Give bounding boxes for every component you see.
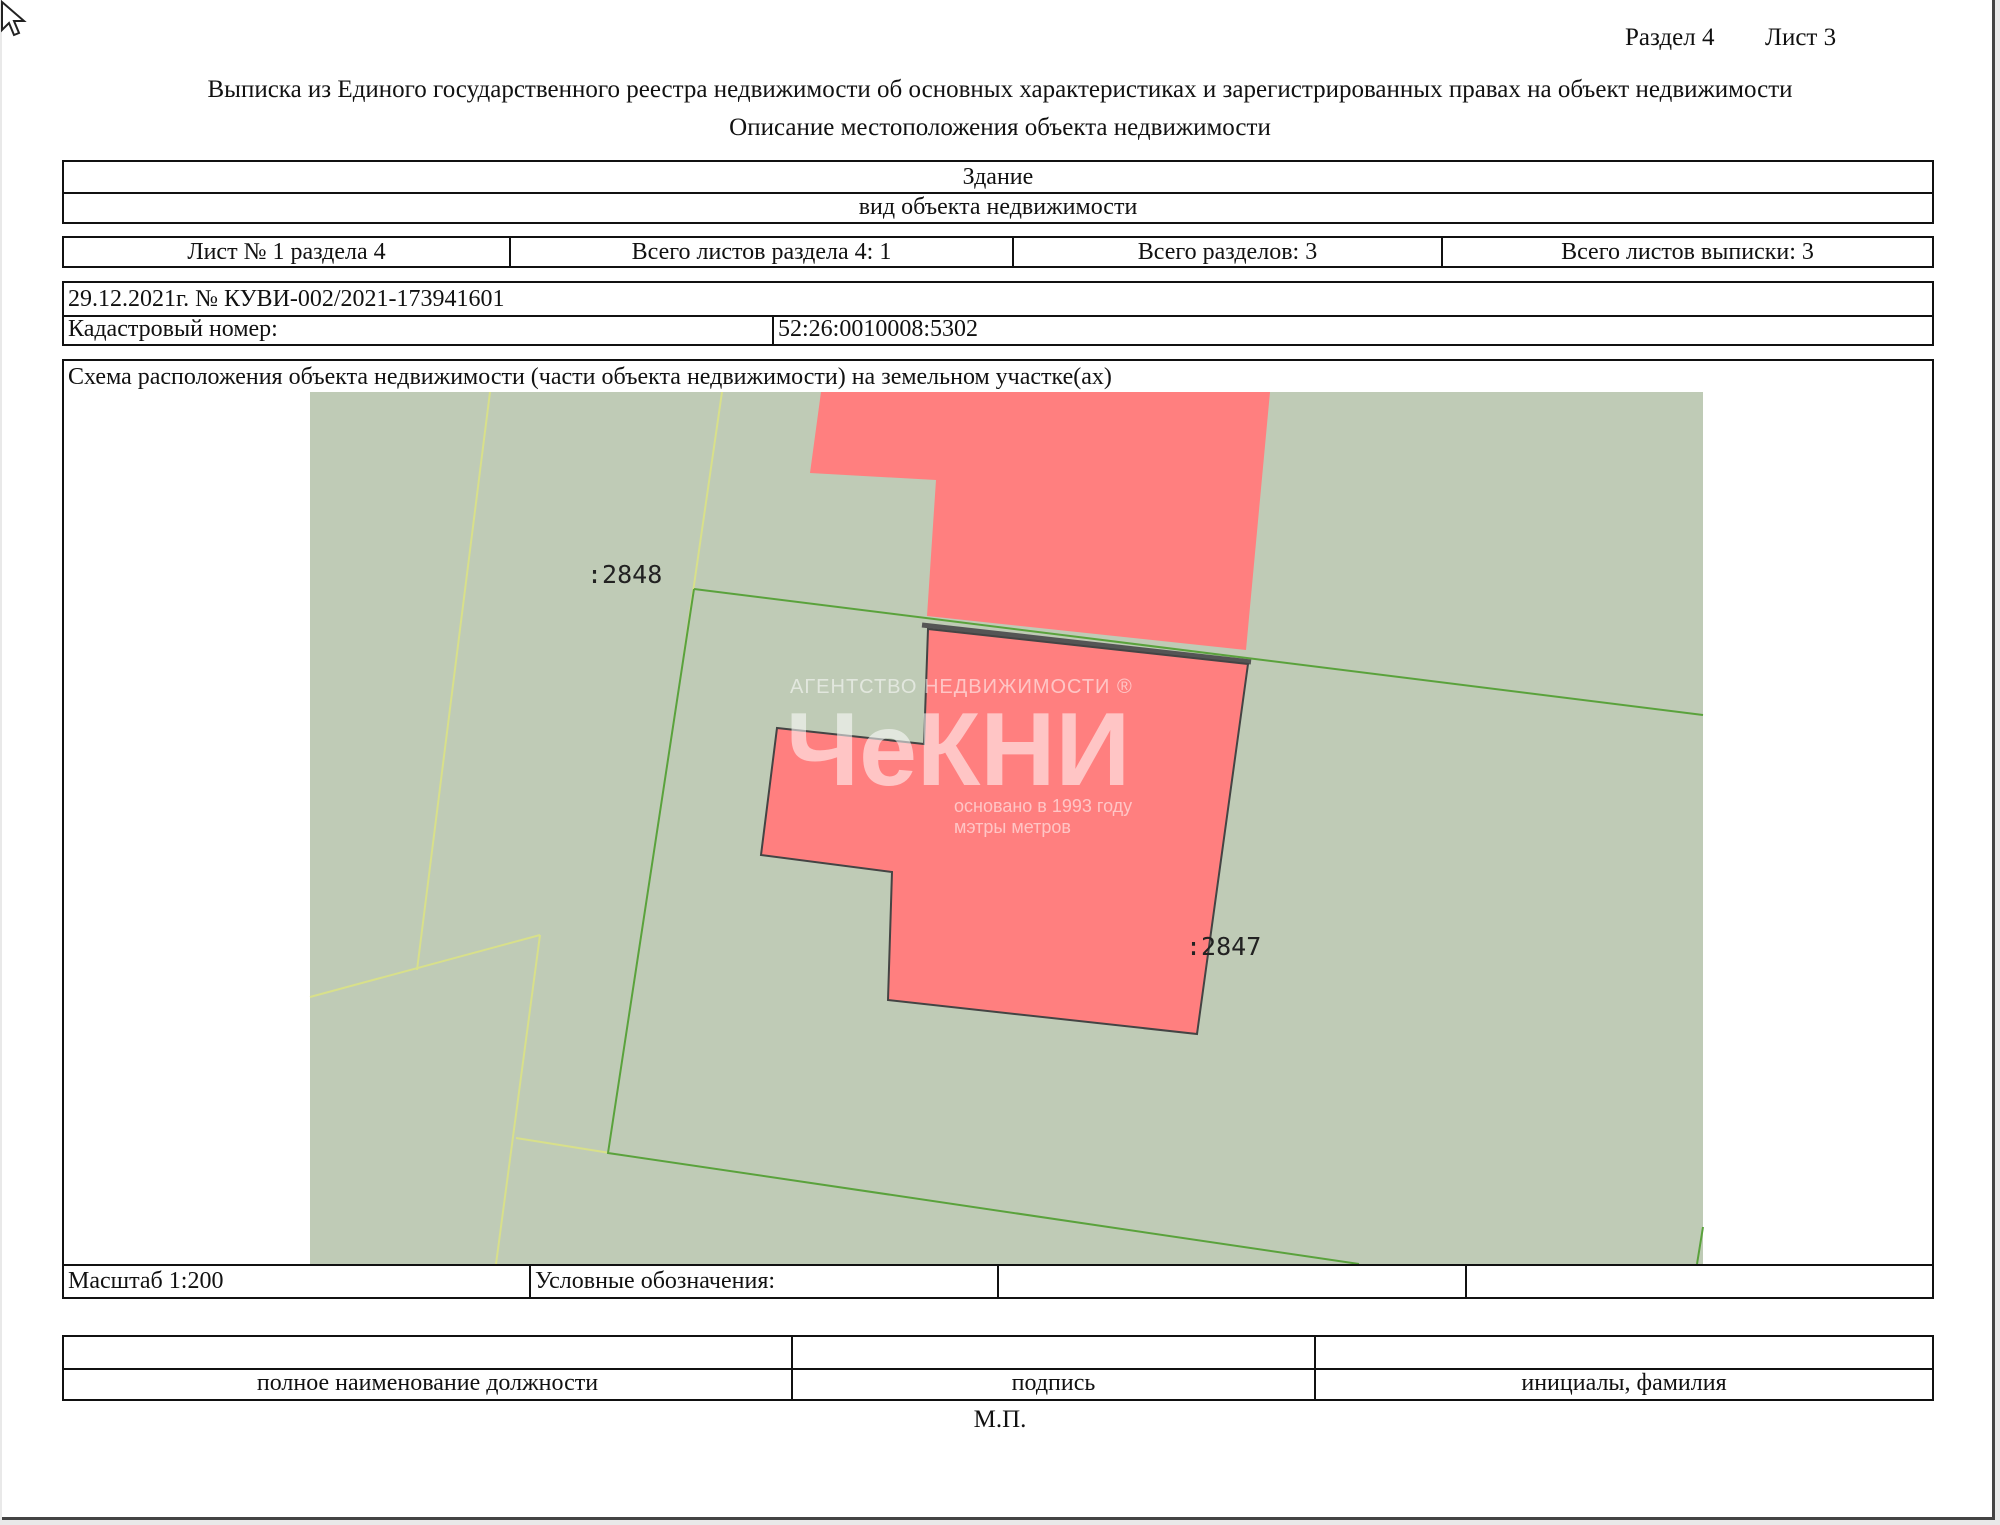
total-sheets-section: Всего листов раздела 4: 1	[511, 238, 1014, 266]
cadastral-row: Кадастровый номер: 52:26:0010008:5302	[64, 315, 1932, 344]
stamp-place: М.П.	[973, 1406, 1027, 1433]
position-caption: полное наименование должности	[64, 1368, 793, 1399]
total-sections: Всего разделов: 3	[1014, 238, 1443, 266]
watermark-tagline-1: основано в 1993 году	[954, 796, 1133, 816]
watermark-tagline-2: мэтры метров	[954, 817, 1071, 837]
sheet-number: Лист 3	[1765, 24, 1837, 51]
sheet-of-section: Лист № 1 раздела 4	[64, 238, 511, 266]
record-row: 29.12.2021г. № КУВИ-002/2021-173941601	[64, 283, 1932, 317]
object-type-table: Здание вид объекта недвижимости	[62, 160, 1934, 224]
section-number: Раздел 4	[1625, 24, 1715, 51]
sign-blank	[793, 1337, 1316, 1368]
record-table: 29.12.2021г. № КУВИ-002/2021-173941601 К…	[62, 281, 1934, 346]
legend-cell-empty-2	[1467, 1266, 1932, 1297]
legend-cell-empty-1	[999, 1266, 1467, 1297]
parcel-label-2847: :2847	[1186, 932, 1262, 961]
scheme-title-box: Схема расположения объекта недвижимости …	[62, 359, 1934, 395]
scheme-title: Схема расположения объекта недвижимости …	[68, 363, 1112, 390]
scale-label: Масштаб 1:200	[64, 1266, 531, 1297]
sheet-info-row: Лист № 1 раздела 4 Всего листов раздела …	[62, 236, 1934, 268]
mouse-cursor-icon	[0, 0, 27, 37]
signature-caption-row: полное наименование должности подпись ин…	[64, 1368, 1932, 1399]
legend-symbols-label: Условные обозначения:	[531, 1266, 999, 1297]
cadastral-map: :2848 :2847 АГЕНТСТВО НЕДВИЖИМОСТИ ® ЧеК…	[62, 392, 1934, 1264]
cadastral-label: Кадастровый номер:	[64, 315, 774, 344]
agency-watermark: АГЕНТСТВО НЕДВИЖИМОСТИ ® ЧеКНИ основано …	[786, 676, 1306, 856]
record-date-number: 29.12.2021г. № КУВИ-002/2021-173941601	[68, 285, 505, 312]
total-sheets-extract: Всего листов выписки: 3	[1561, 238, 1814, 265]
object-type-value: Здание	[64, 162, 1932, 194]
object-type-caption: вид объекта недвижимости	[858, 193, 1138, 220]
legend-row: Масштаб 1:200 Условные обозначения:	[62, 1264, 1934, 1299]
signature-table: полное наименование должности подпись ин…	[62, 1335, 1934, 1401]
cadastral-value: 52:26:0010008:5302	[778, 316, 979, 342]
sign-caption: подпись	[793, 1368, 1316, 1399]
name-blank	[1316, 1337, 1932, 1368]
parcel-label-2848: :2848	[587, 560, 663, 589]
position-blank	[64, 1337, 793, 1368]
signature-blank-row	[64, 1337, 1932, 1370]
watermark-brand: ЧеКНИ	[786, 692, 1131, 808]
document-title: Выписка из Единого государственного реес…	[207, 76, 1793, 103]
document-subtitle: Описание местоположения объекта недвижим…	[729, 114, 1271, 141]
name-caption: инициалы, фамилия	[1521, 1370, 1727, 1396]
